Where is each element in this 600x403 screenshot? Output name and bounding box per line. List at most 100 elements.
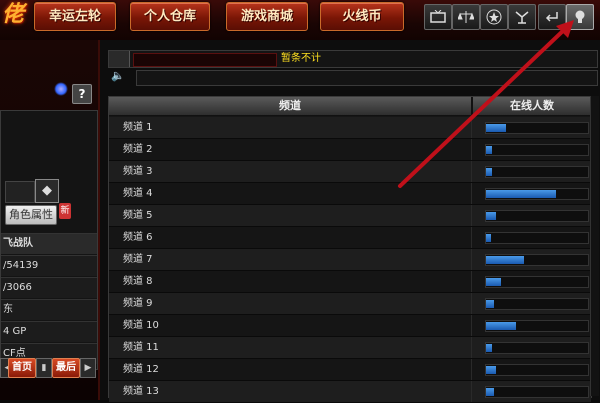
channel-row[interactable]: 频道 10 [109,315,591,337]
online-load-fill [486,212,496,220]
online-load-bar [485,144,589,156]
star-icon[interactable] [480,4,508,30]
row-divider [471,337,472,358]
channel-row[interactable]: 频道 9 [109,293,591,315]
channel-row[interactable]: 频道 6 [109,227,591,249]
online-load-bar [485,276,589,288]
online-load-fill [486,322,516,330]
online-load-bar [485,166,589,178]
channel-name: 频道 4 [123,188,153,199]
clan-row[interactable]: 飞战队 [1,233,97,254]
channel-row[interactable]: 频道 8 [109,271,591,293]
channel-name: 频道 3 [123,166,153,177]
speaker-icon[interactable]: 🔈 [111,69,125,82]
next-arrow-icon[interactable]: ▶ [80,358,96,378]
online-load-fill [486,190,556,198]
channel-row[interactable]: 频道 7 [109,249,591,271]
online-load-fill [486,256,524,264]
lightbulb-icon[interactable] [566,4,594,30]
channel-row[interactable]: 频道 3 [109,161,591,183]
online-load-bar [485,386,589,398]
row-divider [471,249,472,270]
character-attributes-tab[interactable]: 角色属性 [5,205,57,225]
row-divider [471,183,472,204]
online-load-fill [486,146,492,154]
online-load-fill [486,124,506,132]
online-load-bar [485,210,589,222]
row-divider [471,293,472,314]
exp-row: /54139 [1,255,97,276]
gp-row: 4 GP [1,321,97,342]
row-divider [471,271,472,292]
row-divider [471,315,472,336]
channel-name: 频道 1 [123,122,153,133]
online-load-fill [486,168,492,176]
personal-warehouse-button[interactable]: 个人仓库 [130,2,210,31]
online-load-bar [485,320,589,332]
glow-orb-icon [54,82,68,96]
broadcast-bar: 🔈 [111,69,598,86]
online-load-fill [486,344,492,352]
channel-name: 频道 12 [123,364,159,375]
row-divider [471,359,472,380]
scale-icon[interactable] [452,4,480,30]
system-message: 暂条不计 [281,53,321,64]
channel-name: 频道 6 [123,232,153,243]
player-stats-box: ◆ 角色属性 新 飞战队 /54139 /3066 东 4 GP CF点 [0,110,98,370]
rank-slot [5,181,35,203]
row-divider [471,161,472,182]
channel-name: 频道 9 [123,298,153,309]
channel-column-header[interactable]: 频道 [109,97,471,115]
online-load-bar [485,254,589,266]
channel-row[interactable]: 频道 2 [109,139,591,161]
channel-name: 频道 2 [123,144,153,155]
new-badge: 新 [59,203,71,219]
fire-coin-button[interactable]: 火线币 [320,2,404,31]
channel-name: 频道 8 [123,276,153,287]
help-button[interactable]: ? [72,84,92,104]
channel-row[interactable]: 频道 4 [109,183,591,205]
first-page-button[interactable]: 首页 [8,358,36,378]
channel-list-area: 暂条不计 🔈 频道 在线人数 频道 1 频道 2 频道 3 频道 4 频道 5 频道 6频… [100,40,600,403]
table-scrollbar[interactable] [590,96,599,396]
online-load-bar [485,122,589,134]
row-divider [471,117,472,138]
online-load-fill [486,278,501,286]
kills-row: /3066 [1,277,97,298]
online-load-bar [485,232,589,244]
online-load-bar [485,298,589,310]
row-divider [471,227,472,248]
table-header: 频道 在线人数 [109,97,591,116]
last-page-button[interactable]: 最后 [52,358,80,378]
message-segment [133,53,277,67]
page-icon[interactable]: ▮ [36,358,52,378]
channel-name: 频道 10 [123,320,159,331]
channel-row[interactable]: 频道 12 [109,359,591,381]
online-load-fill [486,234,491,242]
tv-icon[interactable] [424,4,452,30]
online-column-header[interactable]: 在线人数 [473,97,591,115]
row-divider [471,139,472,160]
online-load-bar [485,188,589,200]
game-logo: 佬 [2,2,25,27]
channel-row[interactable]: 频道 11 [109,337,591,359]
rank-emblem-icon: ◆ [35,179,59,203]
message-icon[interactable] [109,51,130,67]
online-load-fill [486,300,494,308]
lucky-wheel-button[interactable]: 幸运左轮 [34,2,116,31]
online-load-fill [486,388,494,396]
channel-name: 频道 7 [123,254,153,265]
system-message-bar: 暂条不计 [108,50,598,68]
channel-row[interactable]: 频道 1 [109,117,591,139]
player-info-panel: ? ◆ 角色属性 新 飞战队 /54139 /3066 东 4 GP CF点 ◀… [0,40,100,400]
channel-table: 频道 在线人数 频道 1 频道 2 频道 3 频道 4 频道 5 频道 6 频道 7 频道 8… [108,96,592,403]
exit-icon[interactable] [538,4,566,30]
online-load-bar [485,364,589,376]
channel-row[interactable]: 频道 5 [109,205,591,227]
online-load-fill [486,366,496,374]
antenna-icon[interactable] [508,4,536,30]
row-divider [471,381,472,402]
region-row: 东 [1,299,97,320]
game-mall-button[interactable]: 游戏商城 [226,2,308,31]
channel-name: 频道 5 [123,210,153,221]
